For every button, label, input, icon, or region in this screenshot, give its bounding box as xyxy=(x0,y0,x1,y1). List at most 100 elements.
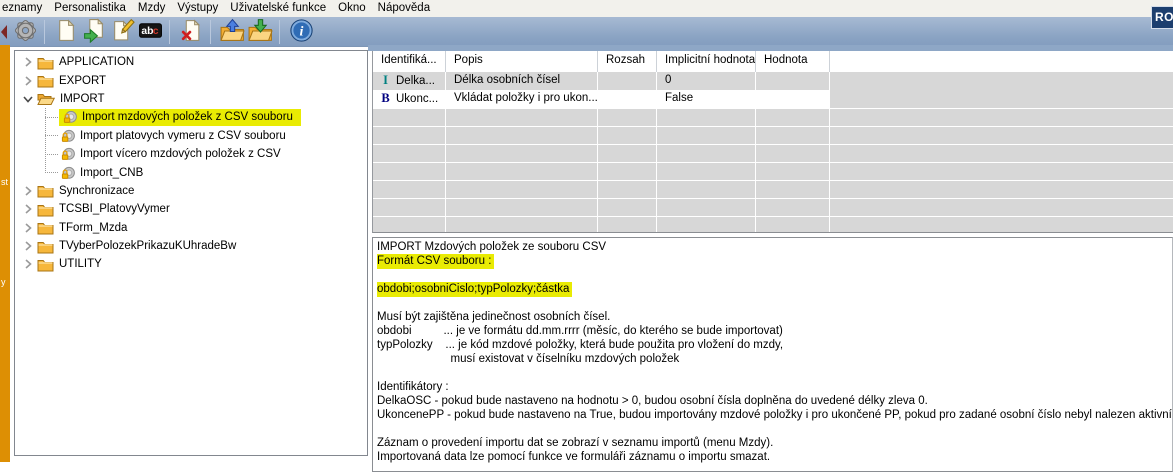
tree-item-tcsbi-platovyvymer[interactable]: TCSBI_PlatovyVymer xyxy=(15,200,367,218)
folder-icon xyxy=(37,202,54,217)
tree-item-import-v-cero-mzdov-ch-polo-ek-z-csv[interactable]: Import vícero mzdových položek z CSV xyxy=(15,145,367,163)
menu-item-u-ivatelsk-funkce[interactable]: Uživatelské funkce xyxy=(224,1,332,16)
toolbar-drag-handle-icon[interactable] xyxy=(1,25,7,39)
svg-text:c: c xyxy=(152,26,158,37)
row-filler xyxy=(830,181,1173,198)
function-tree-panel: APPLICATION EXPORTIMPORTImport mzdových p… xyxy=(14,50,368,456)
tree-item-import-mzdov-ch-polo-ek-z-csv-souboru[interactable]: Import mzdových položek z CSV souboru xyxy=(15,108,367,126)
tree-item-label: Import vícero mzdových položek z CSV xyxy=(78,148,283,160)
empty-cell xyxy=(446,145,598,162)
new-document-button[interactable] xyxy=(52,18,80,45)
info-button[interactable]: i xyxy=(287,18,315,45)
empty-cell xyxy=(598,127,657,144)
svg-text:i: i xyxy=(299,23,303,39)
empty-cell xyxy=(598,217,657,233)
description-line xyxy=(377,422,1172,436)
empty-grid-row xyxy=(373,162,1173,180)
chevron-right-icon[interactable] xyxy=(21,222,35,234)
empty-grid-row xyxy=(373,216,1173,233)
tree-item-label: TForm_Mzda xyxy=(57,222,129,234)
menu-item-v-stupy[interactable]: Výstupy xyxy=(171,1,224,16)
chevron-right-icon[interactable] xyxy=(21,203,35,215)
tree-item-import-platovych-vymeru-z-csv-souboru[interactable]: Import platovych vymeru z CSV souboru xyxy=(15,127,367,145)
empty-grid-row xyxy=(373,144,1173,162)
chevron-down-icon[interactable] xyxy=(21,93,35,105)
tree-item-tform-mzda[interactable]: TForm_Mzda xyxy=(15,219,367,237)
tree-item-import-cnb[interactable]: Import_CNB xyxy=(15,163,367,181)
cell-rozsah xyxy=(598,90,657,108)
chevron-right-icon[interactable] xyxy=(21,75,35,87)
menu-item-n-pov-da[interactable]: Nápověda xyxy=(372,1,436,16)
empty-cell xyxy=(373,109,446,126)
open-folder-down-button[interactable] xyxy=(246,18,274,45)
application-window: eznamyPersonalistikaMzdyVýstupyUživatels… xyxy=(0,0,1173,472)
cell-implicitni-hodnota: 0 xyxy=(657,72,756,90)
edit-document-button[interactable] xyxy=(108,18,136,45)
cell-identifikator: I Delka... xyxy=(373,72,446,90)
column-header-popis[interactable]: Popis xyxy=(446,51,598,72)
menu-item-personalistika[interactable]: Personalistika xyxy=(48,1,132,16)
empty-cell xyxy=(446,163,598,180)
description-line: Identifikátory : xyxy=(377,380,1172,394)
highlighted-tree-item: Import mzdových položek z CSV souboru xyxy=(59,109,301,126)
gear-button[interactable] xyxy=(11,18,39,45)
delete-document-button[interactable] xyxy=(177,18,205,45)
cell-hodnota xyxy=(756,72,830,90)
tree-item-label: TVyberPolozekPrikazuKUhradeBw xyxy=(57,240,238,252)
function-icon xyxy=(63,110,77,124)
tree-item-label: UTILITY xyxy=(57,258,104,270)
tree-item-export[interactable]: EXPORT xyxy=(15,71,367,89)
empty-cell xyxy=(756,145,830,162)
column-header-rozsah[interactable]: Rozsah xyxy=(598,51,657,72)
tree-item-import[interactable]: IMPORT xyxy=(15,90,367,108)
open-folder-up-button[interactable] xyxy=(218,18,246,45)
column-header-identifik[interactable]: Identifiká... xyxy=(373,51,446,72)
spellcheck-button[interactable]: abc xyxy=(136,18,164,45)
tree-item-synchronizace[interactable]: Synchronizace xyxy=(15,182,367,200)
chevron-right-icon[interactable] xyxy=(21,185,35,197)
row-filler xyxy=(830,127,1173,144)
toolbar-group xyxy=(11,18,39,45)
menu-item-eznamy[interactable]: eznamy xyxy=(0,1,48,16)
type-integer-icon: I xyxy=(379,74,392,87)
row-filler xyxy=(830,72,1173,90)
delete-document-icon xyxy=(179,18,204,46)
chevron-right-icon[interactable] xyxy=(21,56,35,68)
empty-cell xyxy=(446,109,598,126)
copy-document-button[interactable] xyxy=(80,18,108,45)
docked-panel-tab[interactable]: sty xyxy=(0,45,10,462)
empty-cell xyxy=(598,145,657,162)
empty-cell xyxy=(657,199,756,216)
empty-cell xyxy=(657,217,756,233)
tree-item-application[interactable]: APPLICATION xyxy=(15,53,367,71)
description-line: DelkaOSC - pokud bude nastaveno na hodno… xyxy=(377,394,1172,408)
table-row[interactable]: IDelka...Délka osobních čísel0 xyxy=(373,72,1173,90)
table-row[interactable]: BUkonc...Vkládat položky i pro ukon...Fa… xyxy=(373,90,1173,108)
chevron-right-icon[interactable] xyxy=(21,240,35,252)
tree-item-tvyberpolozekprikazukuhradebw[interactable]: TVyberPolozekPrikazuKUhradeBw xyxy=(15,237,367,255)
cell-implicitni-hodnota: False xyxy=(657,90,756,108)
empty-cell xyxy=(657,181,756,198)
menu-item-okno[interactable]: Okno xyxy=(332,1,372,16)
empty-grid-row xyxy=(373,126,1173,144)
toolbar-separator xyxy=(210,20,211,44)
description-panel: IMPORT Mzdových položek ze souboru CSVFo… xyxy=(372,237,1173,472)
grid-header-row: Identifiká...PopisRozsahImplicitní hodno… xyxy=(373,51,1173,72)
tree-item-label: TCSBI_PlatovyVymer xyxy=(57,203,172,215)
toolbar-group: i xyxy=(287,18,315,45)
edit-document-icon xyxy=(110,18,135,46)
empty-cell xyxy=(598,181,657,198)
description-line: Formát CSV souboru : xyxy=(377,254,1172,268)
tree-item-utility[interactable]: UTILITY xyxy=(15,255,367,273)
chevron-right-icon[interactable] xyxy=(21,258,35,270)
cell-identifikator-text: Delka... xyxy=(396,75,435,87)
empty-grid-row xyxy=(373,108,1173,126)
menu-item-mzdy[interactable]: Mzdy xyxy=(132,1,171,16)
folder-icon xyxy=(37,220,54,235)
column-header-hodnota[interactable]: Hodnota xyxy=(756,51,830,72)
highlighted-text: obdobi;osobniCislo;typPolozky;částka xyxy=(377,282,572,297)
tree-item-label: APPLICATION xyxy=(57,56,136,68)
description-line xyxy=(377,366,1172,380)
empty-cell xyxy=(756,127,830,144)
column-header-implicitn-hodnota[interactable]: Implicitní hodnota xyxy=(657,51,756,72)
